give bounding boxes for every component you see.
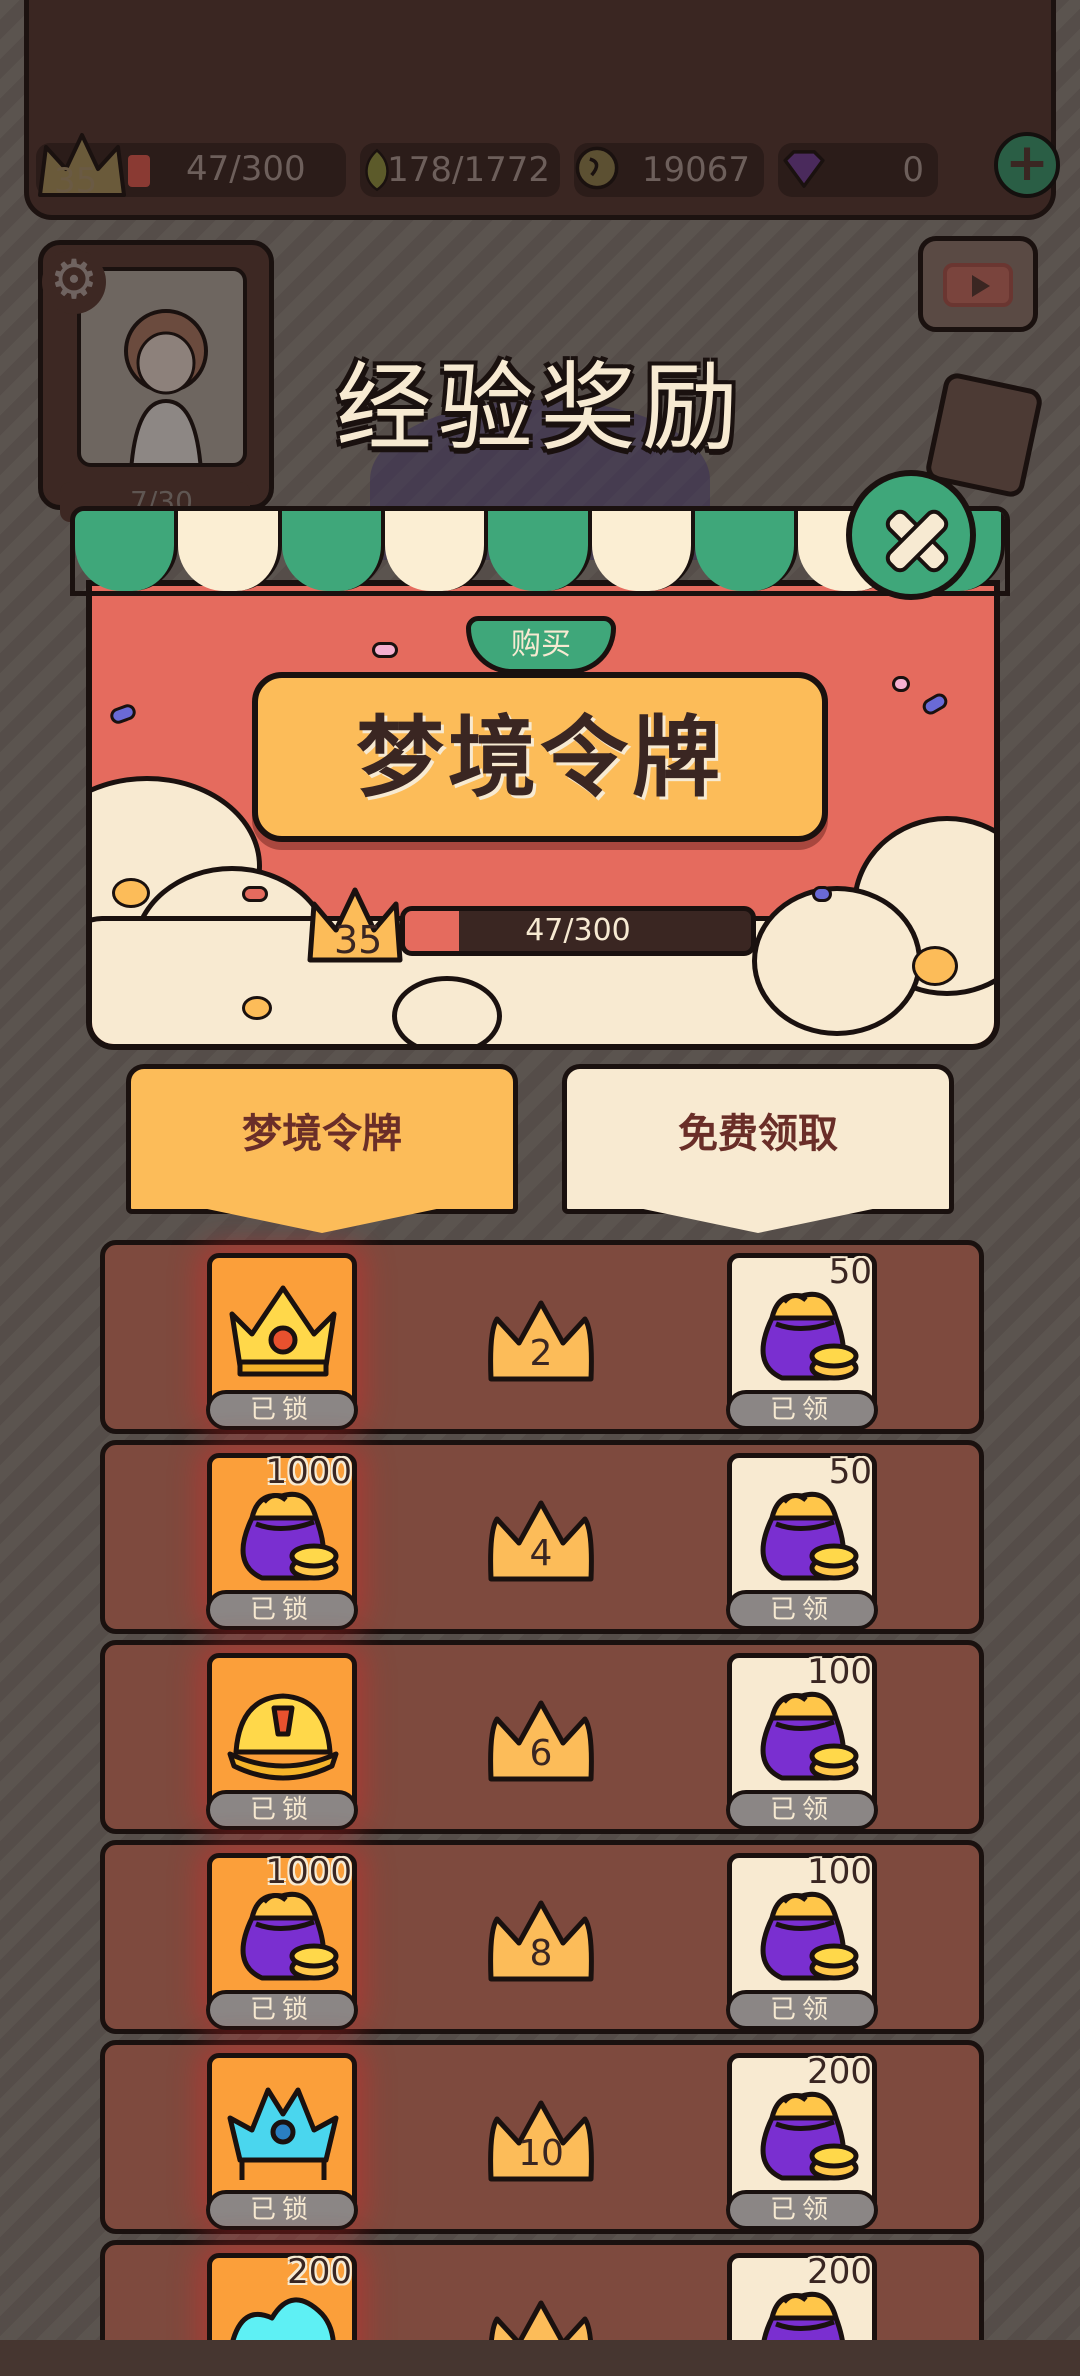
settings-gear-icon[interactable]: ⚙ — [42, 250, 106, 314]
xp-value: 47/300 — [186, 149, 306, 189]
cloud-decoration — [392, 976, 502, 1044]
add-currency-button[interactable]: + — [994, 132, 1060, 198]
free-reward-card[interactable]: 100 已领 — [726, 1852, 878, 2030]
level-stat[interactable]: 35 47/300 — [36, 133, 346, 201]
paid-reward-state: 已锁 — [206, 1390, 358, 1430]
tab-dream-token[interactable]: 梦境令牌 — [126, 1064, 518, 1214]
paid-reward-state: 已锁 — [206, 1790, 358, 1830]
reward-row: 1000 已锁 8 100 已领 — [100, 1840, 984, 2034]
coin-value: 19067 — [641, 150, 750, 190]
paid-reward-amount: 1000 — [265, 1452, 352, 1492]
level-progress-fill — [128, 155, 150, 187]
gold-crown-icon — [222, 1274, 344, 1384]
dream-token-banner[interactable]: 梦境令牌 — [252, 672, 828, 842]
free-reward-state: 已领 — [726, 1390, 878, 1430]
xp-progress-text: 47/300 — [525, 913, 631, 948]
free-reward-state: 已领 — [726, 1990, 878, 2030]
paid-reward-card[interactable]: 1000 已锁 — [206, 1452, 358, 1630]
reward-list: 已锁 2 50 已领 1000 已锁 4 50 已领 已锁 6 100 已领 1… — [100, 1240, 984, 2376]
yellow-hat-icon — [222, 1674, 344, 1784]
reward-level: 4 — [529, 1533, 553, 1574]
play-video-icon — [943, 263, 1013, 307]
reward-row: 已锁 10 200 已领 — [100, 2040, 984, 2234]
panel-level-number: 35 — [334, 918, 383, 962]
paid-reward-card[interactable]: 已锁 — [206, 2053, 358, 2230]
reward-row: 已锁 6 100 已领 — [100, 1640, 984, 1834]
free-reward-amount: 50 — [828, 1452, 872, 1492]
paid-reward-state: 已锁 — [206, 1990, 358, 2030]
reward-level: 2 — [529, 1333, 553, 1374]
xp-progress-bar: 47/300 — [400, 906, 756, 956]
paid-reward-state: 已锁 — [206, 1590, 358, 1630]
gem-value: 0 — [902, 150, 924, 190]
free-reward-amount: 100 — [807, 1652, 872, 1692]
free-reward-amount: 200 — [807, 2252, 872, 2292]
crop-value: 178/1772 — [387, 150, 550, 190]
free-reward-amount: 50 — [828, 1252, 872, 1292]
paid-reward-amount: 200 — [287, 2252, 352, 2292]
coin-stat[interactable]: 19067 — [574, 143, 764, 197]
coin-icon — [575, 146, 619, 190]
free-reward-state: 已领 — [726, 1790, 878, 1830]
paid-reward-card[interactable]: 已锁 — [206, 1653, 358, 1830]
free-reward-card[interactable]: 200 已领 — [726, 2052, 878, 2230]
paid-reward-amount: 1000 — [265, 1852, 352, 1892]
free-reward-amount: 200 — [807, 2052, 872, 2092]
blue-crown-icon — [222, 2074, 344, 2184]
paid-reward-card[interactable]: 1000 已锁 — [206, 1852, 358, 2030]
video-ad-button[interactable] — [918, 236, 1038, 332]
gem-stat[interactable]: 0 — [778, 143, 938, 197]
leaf-icon — [365, 148, 389, 192]
reward-row: 1000 已锁 4 50 已领 — [100, 1440, 984, 1634]
paid-reward-state: 已锁 — [206, 2190, 358, 2230]
paid-reward-card[interactable]: 已锁 — [206, 1253, 358, 1430]
page-title: 经验奖励 — [336, 352, 744, 464]
token-name: 梦境令牌 — [355, 705, 724, 809]
cloud-decoration — [752, 886, 922, 1036]
free-reward-card[interactable]: 50 已领 — [726, 1452, 878, 1630]
bottom-nav-edge — [0, 2340, 1080, 2376]
hud-stats: 35 47/300 178/1772 19067 0 — [36, 133, 1046, 201]
close-button[interactable] — [846, 470, 976, 600]
level-number: 35 — [54, 161, 98, 201]
reward-row: 已锁 2 50 已领 — [100, 1240, 984, 1434]
free-reward-state: 已领 — [726, 1590, 878, 1630]
reward-level: 6 — [529, 1733, 553, 1774]
buy-button[interactable]: 购买 — [466, 616, 616, 674]
reward-level: 10 — [518, 2133, 564, 2174]
free-reward-amount: 100 — [807, 1852, 872, 1892]
free-reward-state: 已领 — [726, 2190, 878, 2230]
crop-stat[interactable]: 178/1772 — [360, 143, 560, 197]
tab-free-claim[interactable]: 免费领取 — [562, 1064, 954, 1214]
free-reward-card[interactable]: 100 已领 — [726, 1652, 878, 1830]
gem-icon — [783, 150, 825, 188]
panel-level-progress: 35 47/300 — [300, 880, 756, 974]
reward-level: 8 — [529, 1933, 553, 1974]
free-reward-card[interactable]: 50 已领 — [726, 1252, 878, 1430]
